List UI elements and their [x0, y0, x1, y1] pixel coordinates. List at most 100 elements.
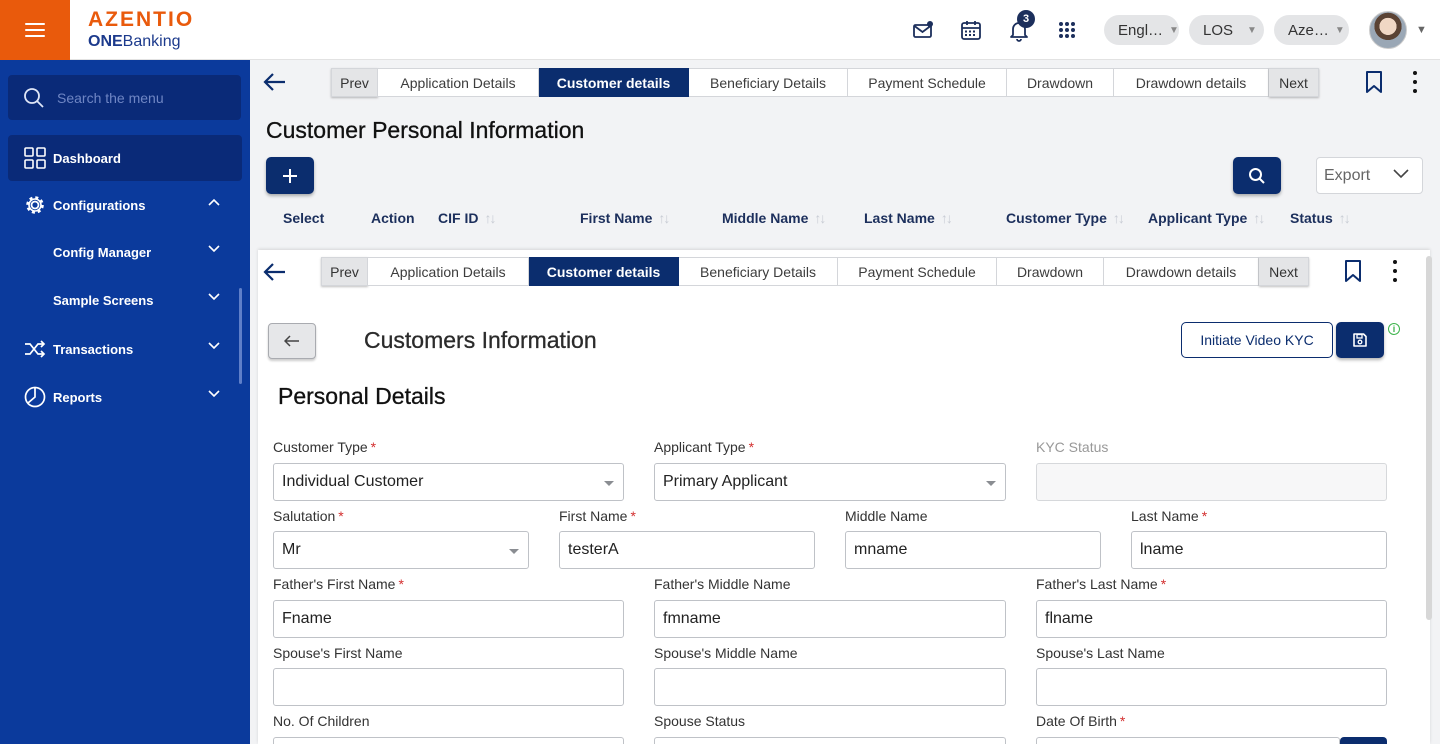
- menu-search-input[interactable]: Search the menu: [8, 75, 241, 120]
- sidebar-item-configurations[interactable]: Configurations: [8, 182, 242, 228]
- entity-select[interactable]: Aze… ▼: [1274, 15, 1349, 45]
- back-arrow-icon[interactable]: [263, 260, 287, 284]
- column-header-status[interactable]: Status ↑↓: [1290, 210, 1351, 226]
- sidebar-item-label: Reports: [53, 389, 103, 405]
- applicant-type-select[interactable]: Primary Applicant: [654, 463, 1006, 501]
- sidebar-item-dashboard[interactable]: Dashboard: [8, 135, 242, 181]
- spouses-last-name-field[interactable]: [1036, 668, 1387, 706]
- more-options-icon[interactable]: [1412, 71, 1418, 93]
- sidebar-item-reports[interactable]: Reports: [8, 374, 242, 420]
- kyc-status-label: KYC Status: [1036, 439, 1109, 455]
- tab-customer-details[interactable]: Customer details: [539, 68, 689, 97]
- bookmark-icon[interactable]: [1341, 259, 1365, 283]
- sidebar-item-label: Sample Screens: [53, 292, 154, 308]
- column-header-first-name[interactable]: First Name ↑↓: [580, 210, 670, 226]
- tab-next[interactable]: Next: [1269, 68, 1319, 97]
- sidebar-item-config-manager[interactable]: Config Manager: [8, 229, 242, 275]
- tab-beneficiary-details[interactable]: Beneficiary Details: [689, 68, 848, 97]
- caret-down-icon: ▼: [1169, 24, 1179, 36]
- hamburger-icon: [25, 23, 45, 37]
- sidebar-scrollbar[interactable]: [239, 288, 242, 384]
- back-arrow-icon[interactable]: [263, 70, 287, 94]
- spouse-status-label: Spouse Status: [654, 713, 746, 729]
- chevron-down-icon: [1393, 169, 1409, 179]
- last-name-field[interactable]: lname: [1131, 531, 1387, 569]
- spouses-middle-name-field[interactable]: [654, 668, 1006, 706]
- dropdown-arrow-icon: [604, 481, 614, 486]
- search-button[interactable]: [1233, 157, 1281, 194]
- module-select[interactable]: LOS ▼: [1189, 15, 1264, 45]
- language-select[interactable]: Engl… ▼: [1104, 15, 1179, 45]
- tab-drawdown-details[interactable]: Drawdown details: [1104, 257, 1259, 286]
- tab-customer-details[interactable]: Customer details: [529, 257, 679, 286]
- search-placeholder: Search the menu: [57, 89, 164, 106]
- fathers-middle-name-field[interactable]: fmname: [654, 600, 1006, 638]
- tab-application-details[interactable]: Application Details: [368, 257, 529, 286]
- tab-next[interactable]: Next: [1259, 257, 1309, 286]
- logo-product: ONEBanking: [88, 33, 194, 51]
- user-menu-caret-icon[interactable]: ▼: [1416, 24, 1427, 36]
- column-header-middle-name[interactable]: Middle Name ↑↓: [722, 210, 826, 226]
- table-header: Select Action CIF ID ↑↓ First Name ↑↓ Midd…: [258, 203, 1430, 233]
- apps-grid-icon[interactable]: [1055, 18, 1079, 42]
- mail-icon[interactable]: [911, 18, 935, 42]
- spouse-status-select[interactable]: [654, 737, 1006, 744]
- column-header-last-name[interactable]: Last Name ↑↓: [864, 210, 953, 226]
- tab-prev[interactable]: Prev: [331, 68, 378, 97]
- tab-drawdown-details[interactable]: Drawdown details: [1114, 68, 1269, 97]
- fathers-first-name-field[interactable]: Fname: [273, 600, 624, 638]
- entity-value: Aze…: [1288, 21, 1329, 39]
- tab-payment-schedule[interactable]: Payment Schedule: [838, 257, 997, 286]
- calendar-icon[interactable]: [959, 18, 983, 42]
- required-marker: *: [398, 576, 404, 592]
- column-header-customer-type[interactable]: Customer Type ↑↓: [1006, 210, 1125, 226]
- date-of-birth-field[interactable]: [1036, 737, 1340, 744]
- sort-icon: ↑↓: [1112, 210, 1125, 226]
- panel-scrollbar[interactable]: [1426, 256, 1432, 620]
- spouses-first-name-field[interactable]: [273, 668, 624, 706]
- bookmark-icon[interactable]: [1362, 70, 1386, 94]
- more-options-icon[interactable]: [1392, 260, 1398, 282]
- column-header-action[interactable]: Action: [371, 210, 415, 226]
- chevron-down-icon: [208, 245, 220, 253]
- dropdown-arrow-icon: [986, 481, 996, 486]
- tab-beneficiary-details[interactable]: Beneficiary Details: [679, 257, 838, 286]
- tab-drawdown[interactable]: Drawdown: [1007, 68, 1114, 97]
- pie-chart-icon: [23, 385, 47, 409]
- tab-drawdown[interactable]: Drawdown: [997, 257, 1104, 286]
- last-name-label: Last Name *: [1131, 508, 1208, 524]
- customer-type-select[interactable]: Individual Customer: [273, 463, 624, 501]
- save-button[interactable]: [1336, 322, 1384, 358]
- export-select[interactable]: Export: [1316, 157, 1423, 194]
- chevron-down-icon: [208, 293, 220, 301]
- add-button[interactable]: [266, 157, 314, 194]
- arrow-left-icon: [284, 335, 299, 347]
- user-avatar[interactable]: [1369, 11, 1407, 49]
- sort-icon: ↑↓: [1338, 210, 1351, 226]
- initiate-video-kyc-button[interactable]: Initiate Video KYC: [1181, 322, 1333, 358]
- column-header-select[interactable]: Select: [283, 210, 324, 226]
- salutation-select[interactable]: Mr: [273, 531, 529, 569]
- column-header-applicant-type[interactable]: Applicant Type ↑↓: [1148, 210, 1265, 226]
- first-name-field[interactable]: testerA: [559, 531, 815, 569]
- save-icon: [1353, 333, 1367, 347]
- salutation-label: Salutation *: [273, 508, 344, 524]
- sidebar-item-transactions[interactable]: Transactions: [8, 326, 242, 372]
- tab-prev[interactable]: Prev: [321, 257, 368, 286]
- back-button[interactable]: [268, 323, 316, 359]
- column-header-cif-id[interactable]: CIF ID ↑↓: [438, 210, 496, 226]
- date-picker-button[interactable]: [1340, 737, 1387, 744]
- info-icon[interactable]: i: [1388, 323, 1400, 335]
- sidebar-item-sample-screens[interactable]: Sample Screens: [8, 277, 242, 323]
- required-marker: *: [1160, 576, 1167, 592]
- chevron-down-icon: [208, 342, 220, 350]
- tab-payment-schedule[interactable]: Payment Schedule: [848, 68, 1007, 97]
- no-of-children-field[interactable]: [273, 737, 624, 744]
- dropdown-arrow-icon: [509, 549, 519, 554]
- sidebar: Search the menu Dashboard Configurations…: [0, 60, 250, 744]
- tab-application-details[interactable]: Application Details: [378, 68, 539, 97]
- hamburger-menu-button[interactable]: [0, 0, 70, 60]
- fathers-last-name-field[interactable]: flname: [1036, 600, 1387, 638]
- middle-name-field[interactable]: mname: [845, 531, 1101, 569]
- sidebar-item-label: Config Manager: [53, 244, 152, 260]
